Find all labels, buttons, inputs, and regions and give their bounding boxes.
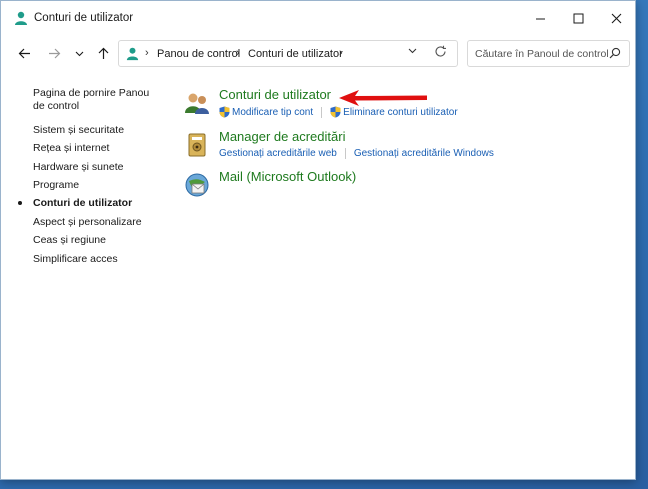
sidebar-item-user-accounts[interactable]: Conturi de utilizator bbox=[33, 197, 163, 210]
sidebar-item-ease-of-access[interactable]: Simplificare acces bbox=[33, 253, 163, 266]
search-icon[interactable] bbox=[609, 47, 621, 59]
uac-shield-icon bbox=[330, 106, 341, 118]
sidebar-item-programs[interactable]: Programe bbox=[33, 179, 163, 192]
mail-icon bbox=[185, 173, 209, 197]
close-button[interactable] bbox=[597, 1, 635, 35]
refresh-button[interactable] bbox=[434, 45, 447, 61]
title-bar[interactable]: Conturi de utilizator bbox=[1, 1, 635, 35]
category-title-mail[interactable]: Mail (Microsoft Outlook) bbox=[219, 169, 356, 184]
window-title: Conturi de utilizator bbox=[34, 12, 134, 24]
user-accounts-title-icon bbox=[15, 11, 27, 25]
credential-manager-icon bbox=[188, 133, 206, 157]
breadcrumb-chevron-icon: › bbox=[145, 47, 149, 59]
forward-button[interactable] bbox=[44, 43, 64, 63]
recent-locations-button[interactable] bbox=[69, 43, 89, 63]
current-item-bullet bbox=[18, 201, 22, 205]
category-title-credential-manager[interactable]: Manager de acreditări bbox=[219, 129, 345, 144]
back-button[interactable] bbox=[14, 43, 34, 63]
refresh-icon bbox=[435, 45, 446, 57]
arrow-left-icon bbox=[18, 48, 30, 58]
maximize-icon bbox=[573, 13, 583, 23]
arrow-up-icon bbox=[98, 47, 108, 59]
control-panel-icon bbox=[126, 47, 139, 61]
control-panel-window: Conturi de utilizator › Panou de control… bbox=[0, 0, 636, 480]
close-icon bbox=[611, 13, 621, 23]
breadcrumb-chevron-icon: › bbox=[236, 47, 240, 59]
up-button[interactable] bbox=[93, 43, 113, 63]
chevron-down-icon bbox=[408, 48, 417, 54]
breadcrumb-user-accounts[interactable]: Conturi de utilizator bbox=[248, 48, 343, 60]
manage-windows-credentials-link[interactable]: Gestionați acreditările Windows bbox=[354, 148, 494, 159]
search-input[interactable]: Căutare în Panoul de control bbox=[475, 48, 609, 60]
category-title-user-accounts[interactable]: Conturi de utilizator bbox=[219, 87, 331, 102]
address-bar[interactable]: › Panou de control › Conturi de utilizat… bbox=[118, 40, 458, 67]
category-sublinks: Modificare tip cont Eliminare conturi ut… bbox=[219, 106, 458, 118]
sidebar-item-network-internet[interactable]: Rețea și internet bbox=[33, 142, 163, 155]
minimize-icon bbox=[535, 18, 545, 19]
minimize-button[interactable] bbox=[521, 1, 559, 35]
annotation-arrow-icon bbox=[339, 90, 427, 106]
sidebar-item-hardware-sound[interactable]: Hardware și sunete bbox=[33, 161, 163, 174]
manage-web-credentials-link[interactable]: Gestionați acreditările web bbox=[219, 148, 337, 159]
navigation-bar: › Panou de control › Conturi de utilizat… bbox=[1, 35, 635, 73]
chevron-down-icon bbox=[75, 51, 83, 56]
sidebar-item-system-security[interactable]: Sistem și securitate bbox=[33, 124, 163, 137]
link-separator bbox=[321, 106, 323, 118]
sidebar-item-appearance[interactable]: Aspect și personalizare bbox=[33, 216, 163, 229]
breadcrumb-control-panel[interactable]: Panou de control bbox=[157, 48, 240, 60]
left-navigation-pane: Pagina de pornire Panou de control Siste… bbox=[1, 73, 171, 473]
arrow-right-icon bbox=[48, 48, 60, 58]
category-sublinks: Gestionați acreditările web Gestionați ac… bbox=[219, 148, 494, 159]
link-separator bbox=[344, 148, 346, 159]
change-account-type-link[interactable]: Modificare tip cont bbox=[232, 107, 313, 118]
breadcrumb-chevron-icon[interactable]: › bbox=[339, 47, 343, 59]
address-dropdown-button[interactable] bbox=[408, 46, 417, 58]
sidebar-item-control-panel-home[interactable]: Pagina de pornire Panou de control bbox=[33, 87, 163, 113]
user-accounts-icon bbox=[185, 93, 209, 114]
remove-user-accounts-link[interactable]: Eliminare conturi utilizator bbox=[343, 107, 458, 118]
sidebar-item-clock-region[interactable]: Ceas și regiune bbox=[33, 234, 163, 247]
maximize-button[interactable] bbox=[559, 1, 597, 35]
search-box[interactable]: Căutare în Panoul de control bbox=[467, 40, 630, 67]
uac-shield-icon bbox=[219, 106, 230, 118]
